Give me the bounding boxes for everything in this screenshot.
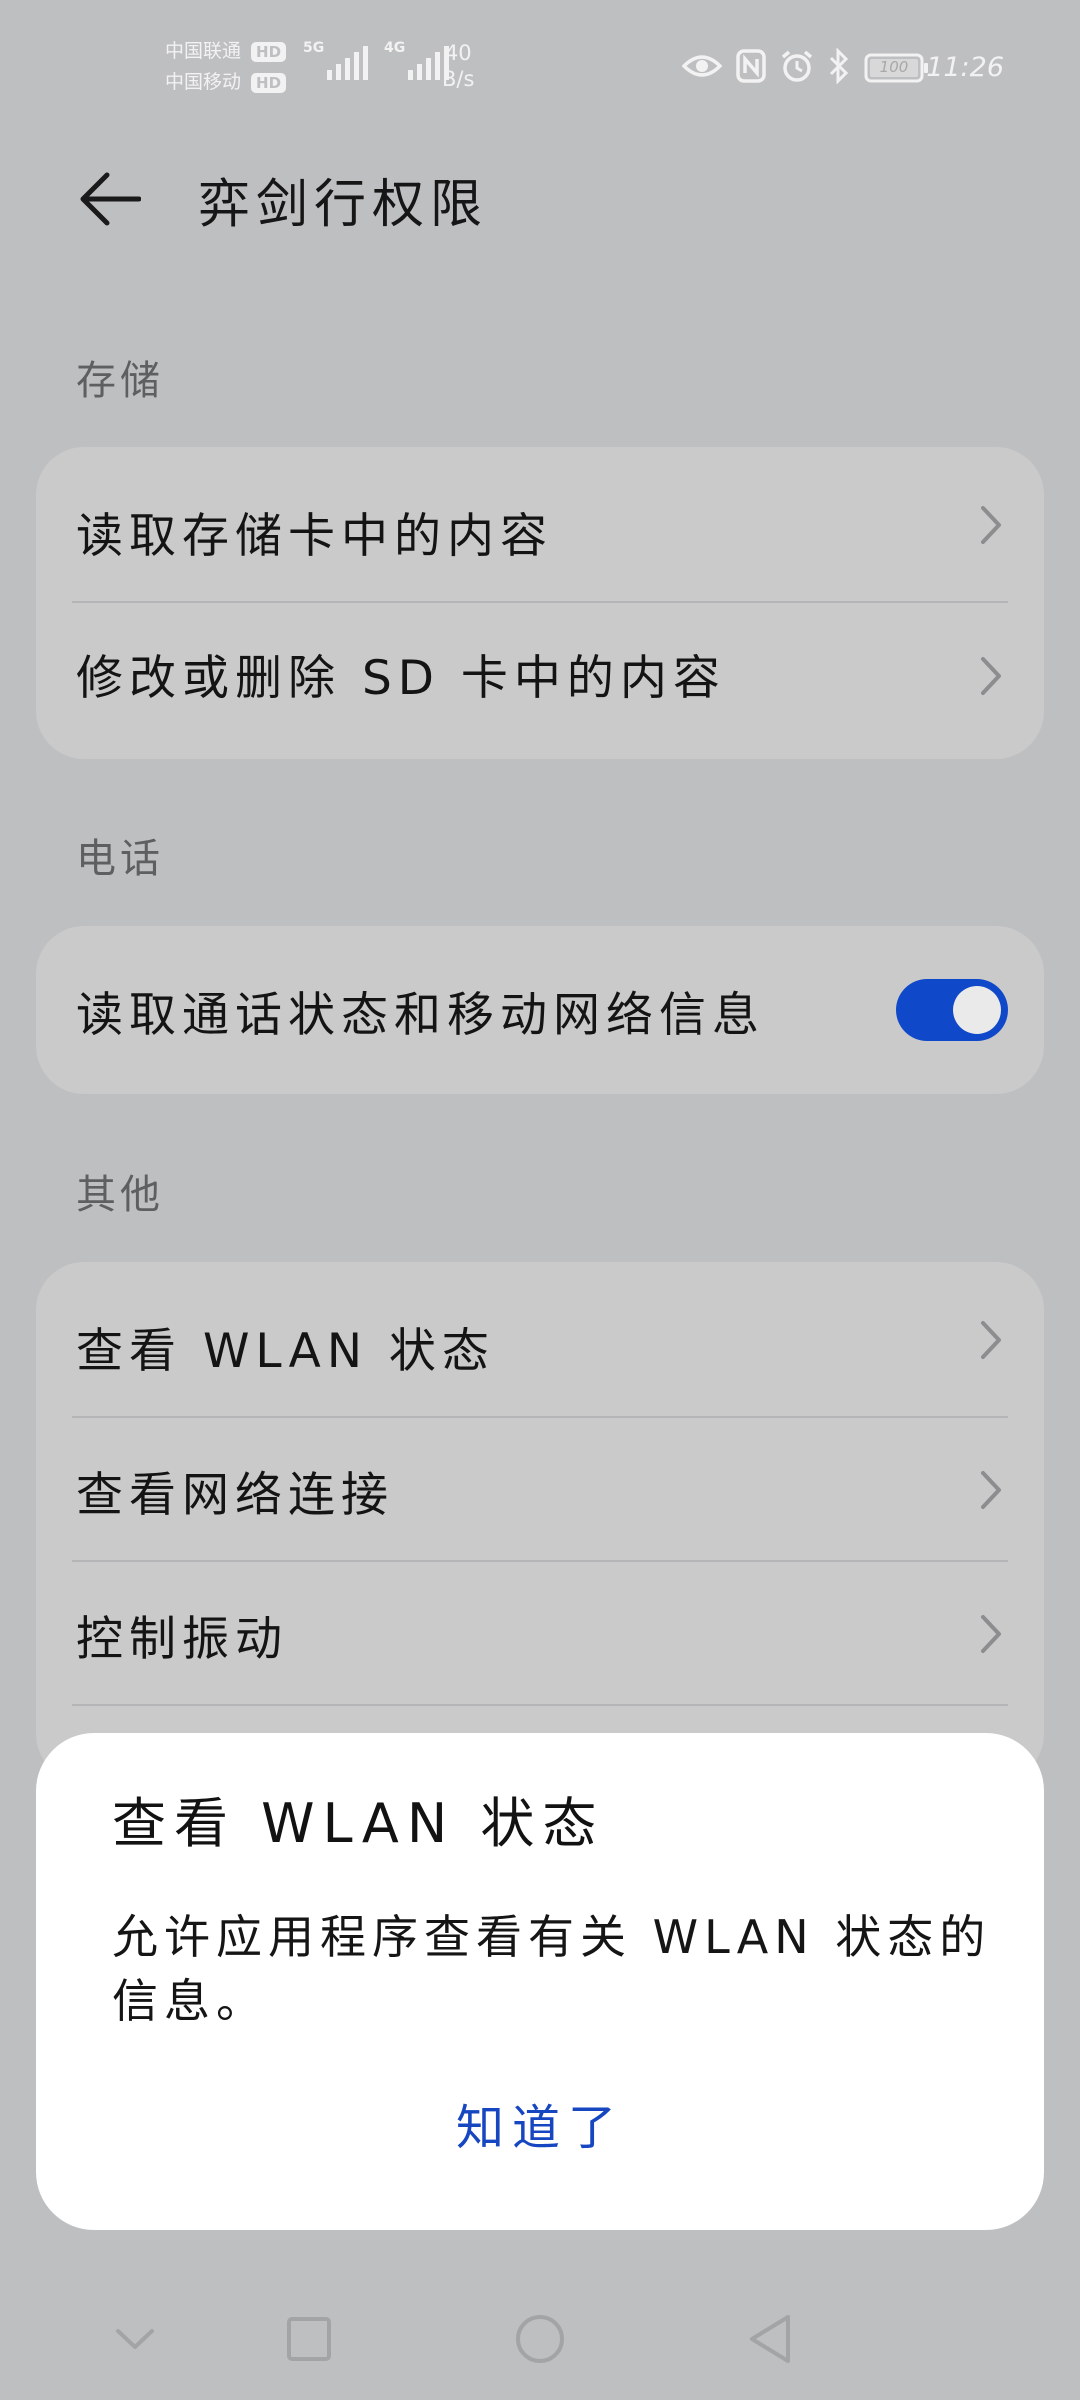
other-card: 查看 WLAN 状态 查看网络连接 控制振动: [36, 1262, 1044, 1782]
chevron-right-icon: [981, 1321, 1001, 1359]
dialog-title: 查看 WLAN 状态: [112, 1792, 605, 1855]
carrier-1-name: 中国联通: [165, 40, 242, 62]
battery-level: 100: [879, 58, 909, 76]
speed-value: 40: [444, 41, 472, 65]
permission-item-call-state: 读取通话状态和移动网络信息: [36, 926, 1044, 1094]
permission-item-network-connections[interactable]: 查看网络连接: [36, 1418, 1044, 1562]
divider: [72, 1704, 1008, 1706]
network-speed: 40 B/s: [442, 40, 474, 92]
permission-info-dialog: 查看 WLAN 状态 允许应用程序查看有关 WLAN 状态的信息。 知道了: [36, 1733, 1044, 2230]
home-button[interactable]: [505, 2304, 575, 2374]
home-circle-icon: [516, 2315, 564, 2363]
battery-icon: 100: [864, 53, 930, 83]
chevron-down-icon: [116, 2329, 154, 2349]
nfc-icon: [736, 49, 766, 87]
chevron-right-icon: [981, 1615, 1001, 1653]
eye-comfort-icon: [681, 52, 723, 84]
alarm-icon: [780, 49, 814, 87]
permission-item-label: 查看网络连接: [76, 1467, 394, 1523]
recents-button[interactable]: [274, 2304, 344, 2374]
permission-item-label: 查看 WLAN 状态: [76, 1323, 495, 1379]
hd-badge: HD: [251, 41, 287, 62]
back-nav-button[interactable]: [735, 2304, 805, 2374]
back-button[interactable]: [70, 160, 148, 238]
page-title: 弈剑行权限: [198, 175, 489, 235]
bluetooth-icon: [828, 47, 850, 88]
permission-item-label: 读取通话状态和移动网络信息: [76, 987, 765, 1043]
status-bar: 中国联通 HD 中国移动 HD 5G 4G 40 B/s 100 11:26: [0, 0, 1080, 140]
back-triangle-icon: [750, 2315, 790, 2363]
got-it-button[interactable]: 知道了: [36, 2088, 1044, 2158]
section-label-other: 其他: [76, 1172, 164, 1218]
permission-item-label: 修改或删除 SD 卡中的内容: [76, 650, 726, 706]
signal-4g-icon: 4G: [384, 40, 449, 80]
permission-item-modify-sd[interactable]: 修改或删除 SD 卡中的内容: [36, 603, 1044, 749]
toggle-knob: [953, 986, 1001, 1034]
hd-badge: HD: [251, 72, 287, 93]
section-label-phone: 电话: [76, 836, 164, 882]
recents-square-icon: [287, 2317, 331, 2361]
permission-item-label: 读取存储卡中的内容: [76, 508, 553, 564]
permission-item-vibration[interactable]: 控制振动: [36, 1562, 1044, 1706]
storage-card: 读取存储卡中的内容 修改或删除 SD 卡中的内容: [36, 447, 1044, 759]
permission-item-read-storage[interactable]: 读取存储卡中的内容: [36, 447, 1044, 603]
signal-5g-icon: 5G: [303, 40, 368, 80]
speed-unit: B/s: [442, 67, 475, 91]
permission-item-label: 控制振动: [76, 1611, 288, 1667]
hide-keyboard-button[interactable]: [100, 2304, 170, 2374]
phone-card: 读取通话状态和移动网络信息: [36, 926, 1044, 1094]
arrow-left-icon: [80, 172, 141, 226]
carrier-2-name: 中国移动: [165, 71, 242, 93]
permission-item-wlan-state[interactable]: 查看 WLAN 状态: [36, 1262, 1044, 1418]
section-label-storage: 存储: [76, 358, 164, 404]
chevron-right-icon: [981, 506, 1001, 544]
carrier-info: 中国联通 HD 中国移动 HD: [165, 36, 287, 98]
status-icons: 100: [681, 47, 930, 88]
signal-indicators: 5G 4G: [303, 40, 449, 80]
navigation-bar: [0, 2280, 1080, 2400]
chevron-right-icon: [981, 657, 1001, 695]
call-state-toggle[interactable]: [896, 979, 1008, 1041]
clock: 11:26: [926, 52, 1004, 83]
dialog-message: 允许应用程序查看有关 WLAN 状态的信息。: [112, 1910, 992, 2028]
chevron-right-icon: [981, 1471, 1001, 1509]
